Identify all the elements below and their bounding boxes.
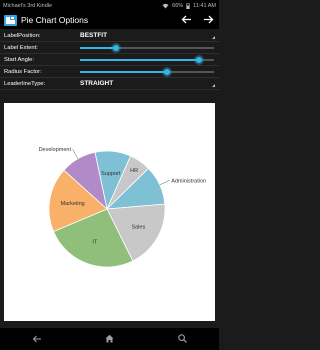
pie-label-development: Development (39, 147, 72, 153)
device-name: Michael's 3rd Kindle (3, 2, 53, 9)
battery-level: 66% (172, 2, 184, 9)
pie-slices (48, 150, 166, 268)
slider-thumb[interactable] (111, 43, 122, 53)
pie-label-sales: Sales (131, 225, 145, 231)
radius-factor-row: Radius Factor: (0, 66, 219, 78)
start-angle-slider[interactable] (80, 55, 214, 65)
dropdown-caret-icon (212, 36, 215, 39)
leader-line-development (72, 149, 79, 159)
leader-line-administration (159, 180, 170, 186)
wifi-icon (162, 3, 169, 9)
pie-label-administration: Administration (171, 178, 206, 184)
back-icon (32, 330, 42, 348)
radius-factor-slider[interactable] (80, 67, 214, 77)
arrow-right-icon (203, 11, 214, 29)
start-angle-row: Start Angle: (0, 54, 219, 66)
page-title: Pie Chart Options (21, 15, 89, 25)
nav-home-button[interactable] (95, 328, 125, 350)
app-logo-icon[interactable] (4, 14, 17, 26)
nav-bar (0, 328, 219, 350)
pie-label-marketing: Marketing (61, 201, 85, 207)
label-position-label: LabelPosition: (4, 32, 41, 39)
leaderline-type-row[interactable]: LeaderlineType: STRAIGHT (0, 78, 219, 90)
dropdown-caret-icon (212, 84, 215, 87)
label-position-row[interactable]: LabelPosition: BESTFIT (0, 30, 219, 42)
arrow-left-icon (181, 11, 192, 29)
home-icon (105, 330, 114, 348)
pie-chart: Support HR Administration Sales IT Marketing D… (39, 147, 206, 268)
pie-label-it: IT (92, 240, 98, 246)
options-panel: LabelPosition: BESTFIT Label Extent: Sta… (0, 30, 219, 90)
slider-fill (80, 71, 168, 73)
slider-fill (80, 59, 200, 61)
label-extent-row: Label Extent: (0, 42, 219, 54)
leaderline-type-select[interactable]: STRAIGHT (80, 80, 212, 87)
status-bar: Michael's 3rd Kindle 66% 11:41 AM (0, 0, 219, 11)
status-time: 11:41 AM (193, 2, 216, 9)
nav-back-button[interactable] (22, 328, 52, 350)
label-extent-slider[interactable] (80, 43, 214, 53)
back-arrow-button[interactable] (175, 11, 197, 29)
search-icon (178, 330, 187, 348)
slider-thumb[interactable] (162, 67, 173, 77)
forward-arrow-button[interactable] (197, 11, 219, 29)
status-indicators: 66% 11:41 AM (162, 3, 216, 9)
pie-label-support: Support (101, 171, 121, 177)
start-angle-label: Start Angle: (4, 56, 34, 63)
pie-label-hr: HR (130, 168, 138, 174)
radius-factor-label: Radius Factor: (4, 68, 42, 75)
pie-chart-panel: Support HR Administration Sales IT Marketing D… (4, 103, 215, 321)
leaderline-type-label: LeaderlineType: (4, 80, 46, 87)
battery-icon (186, 3, 190, 9)
slider-thumb[interactable] (194, 55, 205, 65)
action-bar: Pie Chart Options (0, 11, 219, 29)
nav-search-button[interactable] (168, 328, 198, 350)
label-position-select[interactable]: BESTFIT (80, 32, 212, 39)
label-extent-label: Label Extent: (4, 44, 38, 51)
